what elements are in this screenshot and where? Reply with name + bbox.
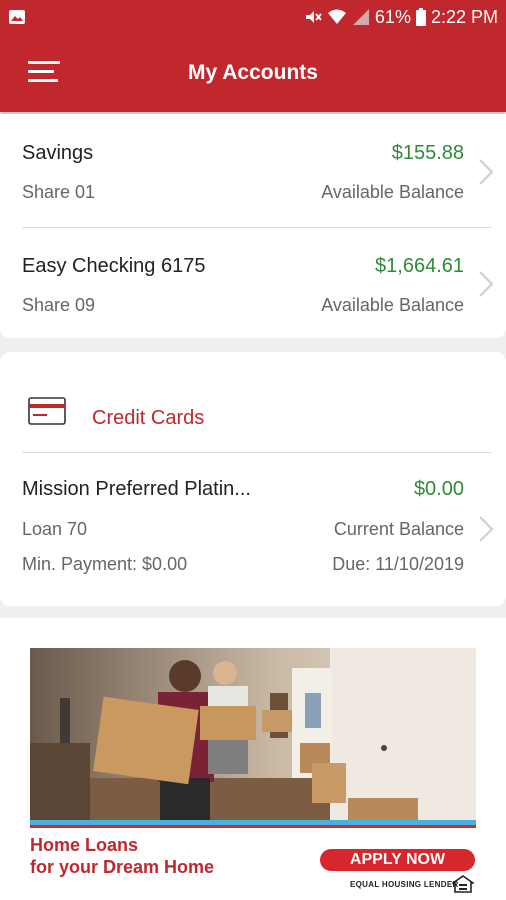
promo-line-2: for your Dream Home [30,857,215,877]
balance-label: Available Balance [321,182,464,202]
card-balance: $0.00 [413,478,464,500]
chevron-right-icon [479,159,494,185]
promo-banner[interactable]: Home Loans for your Dream Home APPLY NOW… [0,618,506,900]
account-name: Easy Checking 6175 [22,255,206,277]
account-row-checking[interactable]: Easy Checking 6175 $1,664.61 Share 09 Av… [0,228,506,338]
card-name: Mission Preferred Platin... [22,478,251,500]
balance-label: Available Balance [321,295,464,315]
battery-percent: 61% [374,6,411,27]
wifi-icon [327,9,346,24]
account-balance: $1,664.61 [375,255,464,277]
account-balance: $155.88 [391,142,464,164]
credit-card-row[interactable]: Mission Preferred Platin... $0.00 Loan 7… [0,453,506,606]
chevron-right-icon [479,271,494,297]
gallery-notification-icon [9,10,25,24]
chevron-right-icon [479,516,494,542]
account-name: Savings [22,142,94,164]
account-share: Share 09 [22,295,96,315]
card-loan: Loan 70 [22,519,88,539]
signal-icon [352,9,369,25]
status-bar: 61% 2:22 PM [0,0,506,34]
mute-icon [305,11,322,23]
clock: 2:22 PM [430,6,498,27]
equal-housing-lender-text: EQUAL HOUSING LENDER [350,880,459,889]
promo-line-1: Home Loans [30,835,139,855]
apply-now-button[interactable]: APPLY NOW [320,849,475,871]
account-share: Share 01 [22,182,96,202]
equal-housing-icon [452,875,474,893]
page-title: My Accounts [188,61,318,84]
due-date: Due: 11/10/2019 [332,554,464,574]
promo-photo [30,648,476,820]
balance-label: Current Balance [333,519,464,539]
credit-cards-section: Credit Cards Mission Preferred Platin...… [0,352,506,606]
accounts-list: Savings $155.88 Share 01 Available Balan… [0,114,506,338]
min-payment: Min. Payment: $0.00 [22,554,188,574]
promo-headline: Home Loans for your Dream Home [30,834,214,878]
battery-icon [415,8,426,26]
app-bar: My Accounts [0,34,506,112]
section-title: Credit Cards [92,407,205,429]
account-row-savings[interactable]: Savings $155.88 Share 01 Available Balan… [0,114,506,227]
promo-accent-red [30,825,476,828]
credit-card-icon [28,397,66,425]
